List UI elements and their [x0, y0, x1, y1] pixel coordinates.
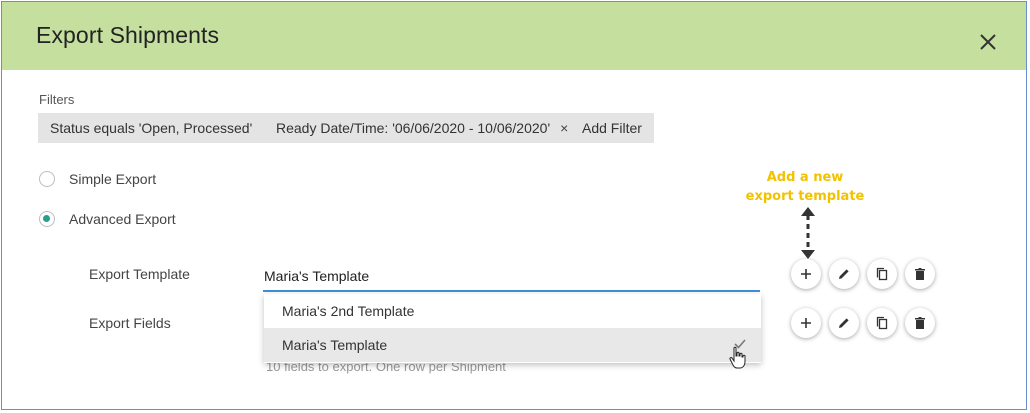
close-icon[interactable]: [978, 32, 998, 52]
dropdown-option-label: Maria's Template: [282, 337, 388, 353]
trash-icon: [915, 268, 925, 280]
trash-icon: [915, 317, 925, 329]
add-fields-button[interactable]: [791, 308, 821, 338]
export-shipments-dialog: Export Shipments Filters Status equals '…: [1, 1, 1027, 410]
filters-label: Filters: [39, 92, 75, 107]
export-template-select[interactable]: Maria's Template: [263, 264, 760, 292]
copy-fields-button[interactable]: [867, 308, 897, 338]
add-template-button[interactable]: [791, 259, 821, 289]
dropdown-option-marias-template[interactable]: Maria's Template: [264, 328, 761, 362]
delete-fields-button[interactable]: [905, 308, 935, 338]
delete-template-button[interactable]: [905, 259, 935, 289]
add-filter-label: Add Filter: [582, 120, 642, 136]
dialog-header: Export Shipments: [2, 2, 1026, 70]
simple-export-label[interactable]: Simple Export: [69, 171, 156, 187]
filter-chip-status[interactable]: Status equals 'Open, Processed': [38, 113, 265, 143]
advanced-export-radio[interactable]: [39, 211, 55, 227]
template-dropdown: Maria's 2nd Template Maria's Template: [264, 294, 761, 363]
filter-chip-label: Ready Date/Time: '06/06/2020 - 10/06/202…: [276, 120, 551, 136]
export-fields-label: Export Fields: [89, 315, 171, 331]
add-filter-button[interactable]: Add Filter: [570, 113, 654, 143]
dialog-title: Export Shipments: [36, 22, 220, 48]
copy-icon: [876, 267, 888, 281]
plus-icon: [801, 269, 811, 279]
dropdown-option-marias-2nd-template[interactable]: Maria's 2nd Template: [264, 294, 761, 328]
copy-template-button[interactable]: [867, 259, 897, 289]
filter-chip-label: Status equals 'Open, Processed': [50, 120, 253, 136]
pencil-icon: [839, 318, 849, 328]
copy-icon: [876, 316, 888, 330]
add-template-annotation: Add a new export template: [742, 168, 868, 206]
edit-fields-button[interactable]: [829, 308, 859, 338]
pencil-icon: [839, 269, 849, 279]
export-template-label: Export Template: [89, 266, 190, 282]
simple-export-radio[interactable]: [39, 171, 55, 187]
filter-chip-ready-date[interactable]: Ready Date/Time: '06/06/2020 - 10/06/202…: [264, 113, 581, 143]
dropdown-option-label: Maria's 2nd Template: [282, 303, 415, 319]
hand-cursor-icon: [729, 346, 746, 369]
export-template-value: Maria's Template: [264, 268, 370, 284]
annotation-line-2: export template: [745, 189, 865, 204]
edit-template-button[interactable]: [829, 259, 859, 289]
annotation-arrow-icon: [801, 207, 815, 259]
remove-filter-icon[interactable]: ×: [560, 120, 568, 136]
plus-icon: [801, 318, 811, 328]
annotation-line-1: Add a new: [766, 170, 844, 185]
advanced-export-label[interactable]: Advanced Export: [69, 211, 176, 227]
